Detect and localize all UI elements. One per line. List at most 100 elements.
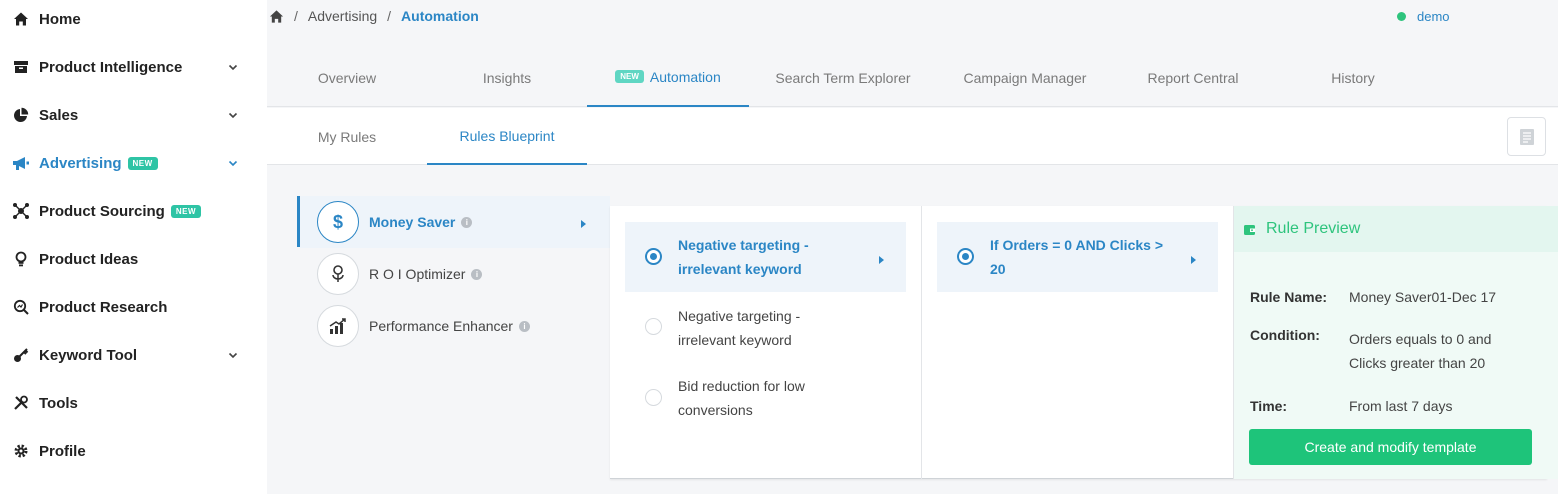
sub-tabs: My Rules Rules Blueprint (267, 108, 1558, 165)
chevron-down-icon[interactable] (226, 108, 240, 122)
chevron-down-icon[interactable] (226, 156, 240, 170)
new-badge: NEW (170, 204, 202, 218)
new-badge: NEW (615, 70, 644, 83)
top-bar: / Advertising / Automation demo (267, 0, 1558, 48)
sidebar-item-label: Tools (39, 394, 78, 412)
tools-icon (12, 394, 30, 412)
sidebar-item-sales[interactable]: Sales (0, 91, 267, 139)
chevron-down-icon[interactable] (226, 348, 240, 362)
wallet-icon (1243, 223, 1256, 241)
tab-automation[interactable]: NEW Automation (587, 48, 749, 107)
category-label: R O I Optimizer (369, 266, 466, 282)
archive-icon (12, 58, 30, 76)
radio-button[interactable] (645, 389, 662, 406)
radio-button[interactable] (957, 248, 974, 265)
category-label: Performance Enhancer (369, 318, 513, 334)
growth-chart-icon (317, 305, 359, 347)
subtab-rules-blueprint[interactable]: Rules Blueprint (427, 108, 587, 165)
breadcrumb: / Advertising / Automation (269, 8, 479, 24)
time-value: From last 7 days (1349, 398, 1453, 414)
sidebar-item-profile[interactable]: Profile (0, 427, 267, 475)
subtab-my-rules[interactable]: My Rules (273, 108, 421, 165)
sidebar-item-tools[interactable]: Tools (0, 379, 267, 427)
category-performance-enhancer[interactable]: Performance Enhancer i (300, 300, 610, 352)
rule-type-option[interactable]: Bid reduction for low conversions (625, 362, 906, 432)
tab-campaign-manager[interactable]: Campaign Manager (943, 48, 1107, 107)
main-tabs: Overview Insights NEW Automation Search T… (267, 48, 1558, 107)
new-badge: NEW (127, 156, 158, 170)
category-roi-optimizer[interactable]: R O I Optimizer i (300, 248, 610, 300)
sidebar-item-product-intelligence[interactable]: Product Intelligence (0, 43, 267, 91)
sidebar-item-advertising[interactable]: Advertising NEW (0, 139, 267, 187)
sidebar-item-home[interactable]: Home (0, 0, 267, 43)
search-chart-icon (12, 298, 30, 316)
sidebar-item-label: Home (39, 10, 81, 28)
chevron-down-icon[interactable] (226, 60, 240, 74)
user-name: demo (1417, 9, 1450, 24)
sidebar: Home Product Intelligence Sales Advertis… (0, 0, 267, 494)
category-label: Money Saver (369, 214, 456, 230)
sidebar-item-label: Product Ideas (39, 250, 139, 268)
sidebar-item-label: Product Intelligence (39, 58, 183, 76)
megaphone-icon (12, 154, 30, 172)
divider (921, 206, 922, 479)
sidebar-item-label: Profile (39, 442, 86, 460)
radio-button[interactable] (645, 318, 662, 335)
network-icon (12, 202, 30, 220)
pie-chart-icon (12, 106, 30, 124)
tab-search-term-explorer[interactable]: Search Term Explorer (759, 48, 927, 107)
rule-preview-header: Rule Preview (1234, 206, 1558, 252)
breadcrumb-current: Automation (401, 8, 479, 24)
sidebar-item-label: Keyword Tool (39, 346, 138, 364)
breadcrumb-separator: / (387, 8, 392, 24)
breadcrumb-advertising[interactable]: Advertising (308, 8, 377, 24)
svg-text:$: $ (333, 212, 343, 232)
condition-option[interactable]: If Orders = 0 AND Clicks > 20 (937, 222, 1218, 292)
caret-right-icon (1190, 252, 1198, 270)
sidebar-item-product-ideas[interactable]: Product Ideas (0, 235, 267, 283)
time-label: Time: (1250, 398, 1288, 414)
document-icon (1519, 128, 1535, 146)
info-icon[interactable]: i (461, 216, 473, 228)
info-icon[interactable]: i (471, 268, 483, 280)
condition-label: Condition: (1250, 327, 1320, 343)
rule-name-value: Money Saver01-Dec 17 (1349, 289, 1497, 305)
rule-preview: Rule Preview Rule Name: Money Saver01-De… (1234, 206, 1558, 479)
key-icon (12, 346, 30, 364)
create-template-button[interactable]: Create and modify template (1249, 429, 1532, 465)
rule-type-label: Negative targeting - irrelevant keyword (678, 308, 801, 348)
sidebar-item-label: Advertising NEW (39, 155, 158, 172)
tab-overview[interactable]: Overview (273, 48, 421, 107)
breadcrumb-separator: / (294, 8, 298, 24)
rule-type-label: Bid reduction for low conversions (678, 378, 805, 418)
online-status-dot (1397, 12, 1406, 21)
sidebar-item-label: Product Sourcing NEW (39, 203, 202, 220)
condition-value: Orders equals to 0 and Clicks greater th… (1349, 331, 1492, 371)
condition-label: If Orders = 0 AND Clicks > 20 (990, 237, 1163, 277)
rule-preview-title: Rule Preview (1266, 220, 1361, 237)
rule-type-label: Negative targeting - irrelevant keyword (678, 237, 809, 277)
plant-money-icon (317, 253, 359, 295)
rule-type-option[interactable]: Negative targeting - irrelevant keyword (625, 222, 906, 292)
lightbulb-icon (12, 250, 30, 268)
sidebar-item-label: Product Research (39, 298, 168, 316)
caret-right-icon (878, 252, 886, 270)
document-button[interactable] (1507, 117, 1546, 156)
rule-name-label: Rule Name: (1250, 289, 1328, 305)
sidebar-item-product-sourcing[interactable]: Product Sourcing NEW (0, 187, 267, 235)
rule-type-option[interactable]: Negative targeting - irrelevant keyword (625, 292, 906, 362)
tab-history[interactable]: History (1279, 48, 1427, 107)
caret-right-icon (580, 216, 588, 234)
tab-report-central[interactable]: Report Central (1119, 48, 1267, 107)
radio-button[interactable] (645, 248, 662, 265)
tab-insights[interactable]: Insights (433, 48, 581, 107)
home-icon[interactable] (269, 9, 284, 24)
sidebar-item-keyword-tool[interactable]: Keyword Tool (0, 331, 267, 379)
user-menu[interactable]: demo (1397, 9, 1450, 24)
sidebar-item-label: Sales (39, 106, 79, 124)
gear-icon (12, 442, 30, 460)
category-money-saver[interactable]: $ Money Saver i (300, 196, 610, 248)
home-icon (12, 10, 30, 28)
info-icon[interactable]: i (518, 320, 530, 332)
sidebar-item-product-research[interactable]: Product Research (0, 283, 267, 331)
